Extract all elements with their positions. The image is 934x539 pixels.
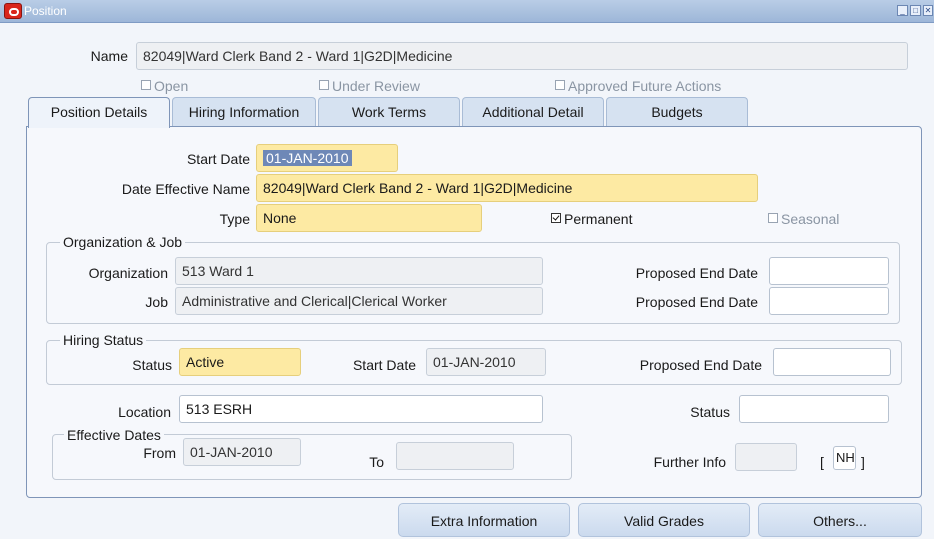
further-info-field[interactable] [735, 443, 797, 471]
seasonal-label: Seasonal [781, 211, 840, 227]
from-date-field[interactable]: 01-JAN-2010 [183, 438, 301, 466]
oracle-logo-icon [4, 3, 22, 19]
organization-job-title: Organization & Job [60, 234, 186, 250]
start-date-field[interactable]: 01-JAN-2010 [256, 144, 398, 172]
hiring-proposed-end-date-field[interactable] [773, 348, 891, 376]
name-label: Name [90, 48, 128, 64]
date-effective-name-field[interactable]: 82049|Ward Clerk Band 2 - Ward 1|G2D|Med… [256, 174, 758, 202]
type-field[interactable]: None [256, 204, 482, 232]
under-review-checkbox[interactable]: Under Review [319, 78, 420, 94]
job-field[interactable]: Administrative and Clerical|Clerical Wor… [175, 287, 543, 315]
organization-label: Organization [88, 265, 168, 281]
name-field[interactable]: 82049|Ward Clerk Band 2 - Ward 1|G2D|Med… [136, 42, 908, 70]
hiring-proposed-end-date-label: Proposed End Date [639, 357, 762, 373]
others-button[interactable]: Others... [758, 503, 922, 537]
hiring-status-title: Hiring Status [60, 332, 147, 348]
hiring-status-field[interactable]: Active [179, 348, 301, 376]
location-status-field[interactable] [739, 395, 889, 423]
valid-grades-button[interactable]: Valid Grades [578, 503, 750, 537]
hiring-start-date-field[interactable]: 01-JAN-2010 [426, 348, 546, 376]
permanent-checkbox[interactable]: Permanent [551, 211, 632, 227]
close-icon[interactable]: ✕ [923, 5, 933, 16]
tab-budgets[interactable]: Budgets [606, 97, 748, 126]
approved-future-actions-label: Approved Future Actions [568, 78, 722, 94]
extra-information-button[interactable]: Extra Information [398, 503, 570, 537]
under-review-label: Under Review [332, 78, 420, 94]
window-titlebar [0, 0, 934, 23]
further-info-label: Further Info [653, 454, 726, 470]
location-label: Location [118, 404, 171, 420]
date-effective-name-label: Date Effective Name [121, 181, 250, 197]
bracket-close: ] [861, 454, 865, 470]
bracket-open: [ [820, 454, 824, 470]
to-date-field[interactable] [396, 442, 514, 470]
further-info-bracket-field[interactable]: NH [833, 446, 856, 470]
tab-work-terms[interactable]: Work Terms [318, 97, 460, 126]
hiring-status-label: Status [132, 357, 172, 373]
job-label: Job [145, 294, 168, 310]
maximize-icon[interactable]: □ [910, 5, 921, 16]
hiring-start-date-label: Start Date [352, 357, 416, 373]
minimize-icon[interactable]: _ [897, 5, 908, 16]
tab-position-details[interactable]: Position Details [28, 97, 170, 128]
window-title: Position [24, 4, 67, 18]
open-label: Open [154, 78, 189, 94]
open-checkbox[interactable]: Open [141, 78, 188, 94]
approved-future-actions-checkbox[interactable]: Approved Future Actions [555, 78, 721, 94]
tab-hiring-information[interactable]: Hiring Information [172, 97, 316, 126]
proposed-end-date-label-1: Proposed End Date [635, 265, 758, 281]
proposed-end-date-label-2: Proposed End Date [635, 294, 758, 310]
tab-additional-detail[interactable]: Additional Detail [462, 97, 604, 126]
location-status-label: Status [690, 404, 730, 420]
start-date-value: 01-JAN-2010 [263, 150, 352, 166]
location-field[interactable]: 513 ESRH [179, 395, 543, 423]
permanent-label: Permanent [564, 211, 633, 227]
start-date-label: Start Date [186, 151, 250, 167]
to-label: To [369, 454, 384, 470]
seasonal-checkbox[interactable]: Seasonal [768, 211, 839, 227]
proposed-end-date-field-2[interactable] [769, 287, 889, 315]
type-label: Type [219, 211, 250, 227]
organization-field[interactable]: 513 Ward 1 [175, 257, 543, 285]
from-label: From [143, 445, 176, 461]
proposed-end-date-field-1[interactable] [769, 257, 889, 285]
effective-dates-title: Effective Dates [64, 428, 164, 443]
